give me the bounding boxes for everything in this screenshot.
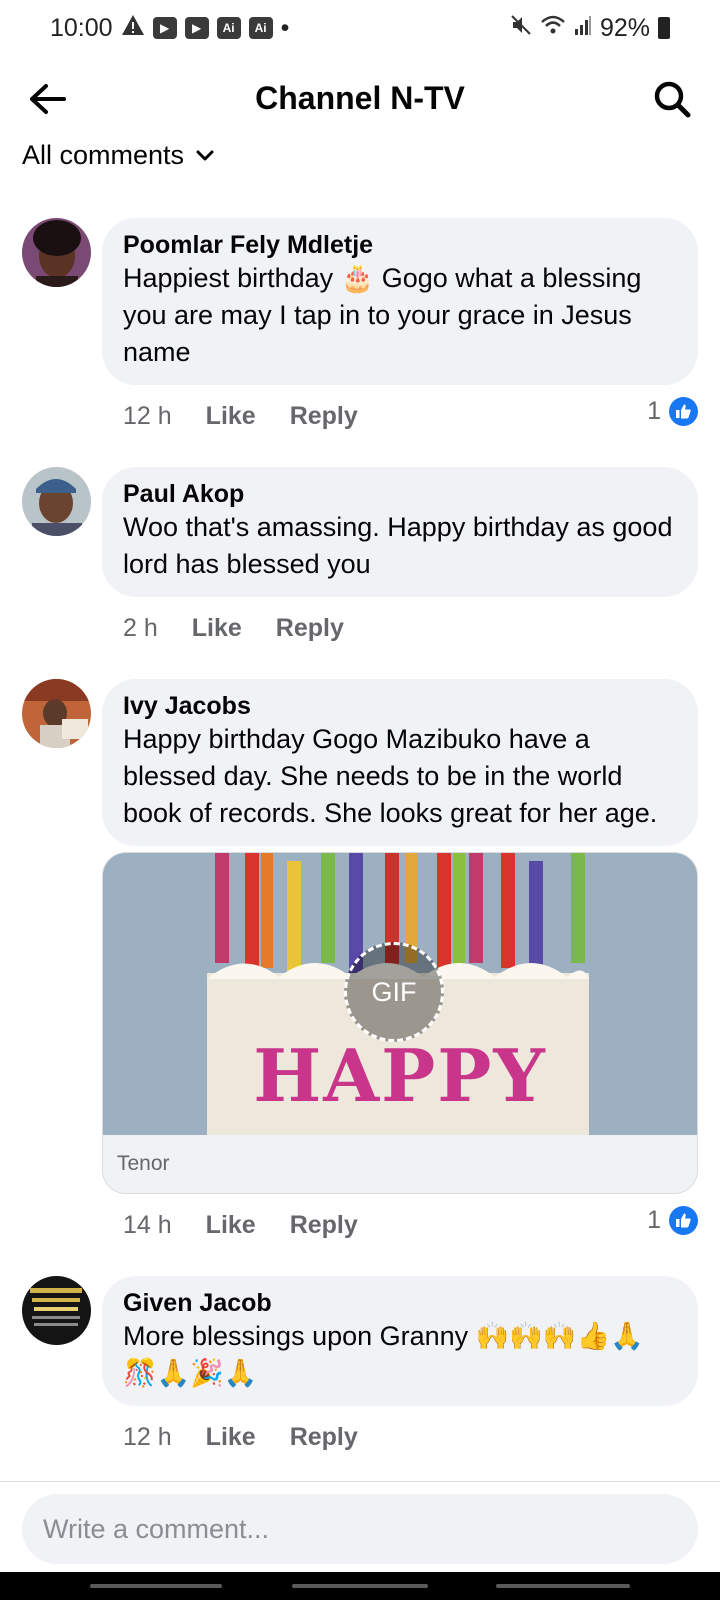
comment-text: Happiest birthday 🎂 Gogo what a blessing… bbox=[123, 263, 642, 367]
comment-bubble[interactable]: Paul Akop Woo that's amassing. Happy bir… bbox=[102, 467, 698, 597]
nav-home-button[interactable] bbox=[292, 1584, 428, 1588]
avatar[interactable] bbox=[22, 467, 91, 536]
avatar[interactable] bbox=[22, 679, 91, 748]
comment-actions: 2 h Like Reply bbox=[102, 597, 698, 659]
gif-play-badge[interactable]: GIF bbox=[344, 942, 444, 1042]
reply-button[interactable]: Reply bbox=[276, 614, 344, 643]
warning-icon bbox=[121, 14, 145, 43]
comment-author[interactable]: Poomlar Fely Mdletje bbox=[123, 230, 676, 260]
gif-image[interactable]: HAPPY GIF bbox=[103, 853, 697, 1135]
wifi-icon bbox=[540, 14, 566, 43]
ai-icon: Ai bbox=[248, 17, 273, 39]
gif-badge-label: GIF bbox=[371, 976, 417, 1007]
thumbs-up-icon bbox=[669, 397, 698, 426]
like-button[interactable]: Like bbox=[192, 614, 242, 643]
youtube-icon: ▶ bbox=[184, 17, 209, 39]
comment-text: Happy birthday Gogo Mazibuko have a bles… bbox=[123, 724, 658, 828]
comment-author[interactable]: Given Jacob bbox=[123, 1288, 676, 1318]
status-bar: 10:00 ▶ ▶ Ai Ai • 92% bbox=[0, 0, 720, 56]
reaction-count: 1 bbox=[647, 397, 661, 425]
like-button[interactable]: Like bbox=[206, 1423, 256, 1452]
comment-item: Ivy Jacobs Happy birthday Gogo Mazibuko … bbox=[0, 679, 720, 1256]
comment-time[interactable]: 12 h bbox=[123, 1423, 172, 1452]
reaction-summary[interactable]: 1 bbox=[647, 1206, 698, 1235]
comment-filter-dropdown[interactable]: All comments bbox=[22, 140, 214, 171]
comment-composer bbox=[0, 1482, 720, 1600]
comment-actions: 12 h Like Reply bbox=[102, 1406, 698, 1468]
like-button[interactable]: Like bbox=[206, 1211, 256, 1240]
comment-bubble[interactable]: Ivy Jacobs Happy birthday Gogo Mazibuko … bbox=[102, 679, 698, 846]
comment-actions: 12 h Like Reply 1 bbox=[102, 385, 698, 447]
youtube-icon: ▶ bbox=[152, 17, 177, 39]
search-button[interactable] bbox=[650, 77, 694, 121]
system-nav-bar bbox=[0, 1572, 720, 1600]
comment-time[interactable]: 14 h bbox=[123, 1211, 172, 1240]
comment-text: Woo that's amassing. Happy birthday as g… bbox=[123, 512, 673, 579]
reaction-count: 1 bbox=[647, 1206, 661, 1234]
comment-item: Given Jacob More blessings upon Granny 🙌… bbox=[0, 1276, 720, 1468]
search-icon bbox=[654, 81, 691, 118]
gif-source: Tenor bbox=[103, 1135, 697, 1193]
status-dot: • bbox=[280, 13, 290, 42]
comment-bubble[interactable]: Poomlar Fely Mdletje Happiest birthday 🎂… bbox=[102, 218, 698, 385]
reply-button[interactable]: Reply bbox=[290, 1423, 358, 1452]
comment-time[interactable]: 12 h bbox=[123, 402, 172, 431]
comment-time[interactable]: 2 h bbox=[123, 614, 158, 643]
ai-icon: Ai bbox=[216, 17, 241, 39]
comment-actions: 14 h Like Reply 1 bbox=[102, 1194, 698, 1256]
reply-button[interactable]: Reply bbox=[290, 1211, 358, 1240]
battery-level: 92% bbox=[599, 13, 650, 42]
nav-recents-button[interactable] bbox=[90, 1584, 222, 1588]
comment-list: Poomlar Fely Mdletje Happiest birthday 🎂… bbox=[0, 218, 720, 1468]
comment-text: More blessings upon Granny 🙌🙌🙌👍🙏🎊🙏🎉🙏 bbox=[123, 1321, 644, 1388]
like-button[interactable]: Like bbox=[206, 402, 256, 431]
comment-author[interactable]: Ivy Jacobs bbox=[123, 691, 676, 721]
nav-back-button[interactable] bbox=[496, 1584, 630, 1588]
thumbs-up-icon bbox=[669, 1206, 698, 1235]
status-right: 92% bbox=[510, 14, 670, 43]
reply-button[interactable]: Reply bbox=[290, 402, 358, 431]
comment-bubble[interactable]: Given Jacob More blessings upon Granny 🙌… bbox=[102, 1276, 698, 1406]
comment-author[interactable]: Paul Akop bbox=[123, 479, 676, 509]
gif-source-label: Tenor bbox=[117, 1152, 170, 1175]
comment-item: Poomlar Fely Mdletje Happiest birthday 🎂… bbox=[0, 218, 720, 447]
top-app-bar: Channel N-TV bbox=[0, 60, 720, 136]
gif-cake-text: HAPPY bbox=[253, 1033, 547, 1118]
comment-item: Paul Akop Woo that's amassing. Happy bir… bbox=[0, 467, 720, 659]
avatar[interactable] bbox=[22, 218, 91, 287]
page-title: Channel N-TV bbox=[255, 80, 465, 116]
gif-attachment[interactable]: HAPPY GIF Tenor bbox=[102, 852, 698, 1194]
signal-icon bbox=[574, 14, 592, 43]
reaction-summary[interactable]: 1 bbox=[647, 397, 698, 426]
comment-input[interactable] bbox=[22, 1494, 698, 1564]
status-left: 10:00 ▶ ▶ Ai Ai • bbox=[50, 14, 289, 43]
avatar[interactable] bbox=[22, 1276, 91, 1345]
mute-icon bbox=[510, 14, 532, 43]
comment-filter-label: All comments bbox=[22, 140, 185, 170]
status-time: 10:00 bbox=[50, 13, 113, 42]
battery-icon bbox=[658, 17, 670, 39]
chevron-down-icon bbox=[196, 150, 214, 160]
